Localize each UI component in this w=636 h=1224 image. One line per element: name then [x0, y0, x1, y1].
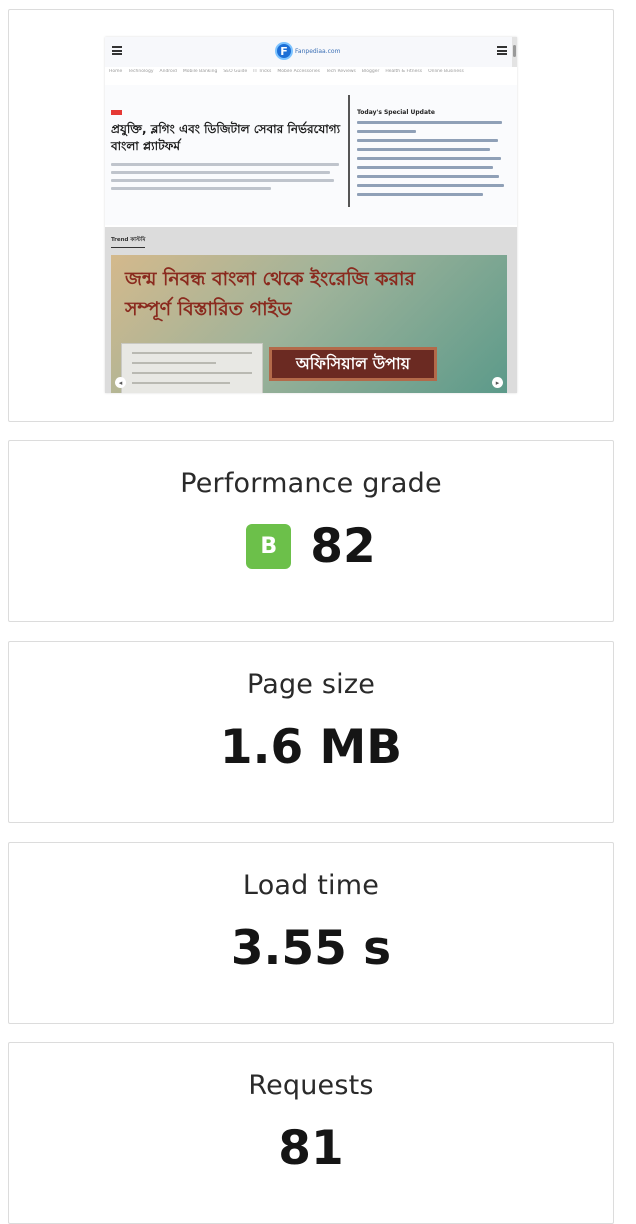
preview-side-title: Today's Special Update — [357, 109, 435, 116]
preview-side-list — [357, 121, 505, 202]
nav-item: Tech Reviews — [325, 69, 356, 74]
preview-scrollbar — [512, 37, 517, 67]
nav-item: Blogger — [361, 69, 380, 74]
performance-score: 82 — [310, 519, 376, 574]
website-screenshot: F Fanpediaa.com Home Technology Android … — [105, 37, 517, 393]
nav-item: Home — [109, 69, 123, 74]
page-size-label: Page size — [246, 669, 376, 700]
preview-section-label: Trend কাস্টমি — [111, 237, 146, 248]
nav-item: SEO Guide — [223, 69, 248, 74]
nav-item: Online Business — [428, 69, 464, 74]
next-arrow-icon: ▸ — [492, 377, 503, 388]
performance-grade-card: Performance grade B 82 — [8, 440, 614, 622]
nav-item: Android — [159, 69, 177, 74]
screenshot-card: F Fanpediaa.com Home Technology Android … — [8, 9, 614, 422]
load-time-card: Load time 3.55 s — [8, 842, 614, 1024]
banner-pill-label: অফিসিয়াল উপায় — [269, 347, 437, 381]
preview-nav: Home Technology Android Mobile Banking S… — [109, 69, 513, 79]
red-accent-bar — [111, 110, 122, 115]
preview-banner-image: জন্ম নিবন্ধ বাংলা থেকে ইংরেজি করার সম্পূ… — [111, 255, 507, 393]
preview-hero-title: প্রযুক্তি, ব্লগিং এবং ডিজিটাল সেবার নির্… — [111, 122, 341, 153]
performance-grade-row: B 82 — [9, 523, 613, 570]
hamburger-menu-icon — [112, 46, 122, 55]
secondary-menu-icon — [497, 46, 507, 55]
nav-item: Health & Fitness — [385, 69, 423, 74]
banner-headline-2: সম্পূর্ণ বিস্তারিত গাইড — [125, 298, 292, 320]
requests-label: Requests — [248, 1070, 374, 1101]
page-size-card: Page size 1.6 MB — [8, 641, 614, 823]
banner-headline-1: জন্ম নিবন্ধ বাংলা থেকে ইংরেজি করার — [125, 268, 416, 290]
nav-item: Mobile Accessories — [277, 69, 320, 74]
requests-value: 81 — [278, 1121, 344, 1176]
logo-text: Fanpediaa.com — [295, 47, 341, 55]
preview-divider — [348, 95, 350, 207]
banner-document-image — [121, 343, 263, 393]
load-time-label: Load time — [242, 870, 380, 901]
nav-item: IT Tricks — [253, 69, 272, 74]
nav-item: Technology — [128, 69, 154, 74]
requests-card: Requests 81 — [8, 1042, 614, 1224]
page-size-value: 1.6 MB — [219, 720, 403, 775]
nav-item: Mobile Banking — [182, 69, 218, 74]
logo-icon: F — [275, 42, 293, 60]
preview-body-text — [111, 163, 339, 195]
preview-header: F Fanpediaa.com — [105, 37, 517, 67]
prev-arrow-icon: ◂ — [115, 377, 126, 388]
performance-grade-label: Performance grade — [180, 468, 442, 499]
grade-badge: B — [246, 524, 292, 569]
load-time-value: 3.55 s — [230, 921, 392, 976]
preview-logo: F Fanpediaa.com — [275, 41, 340, 61]
